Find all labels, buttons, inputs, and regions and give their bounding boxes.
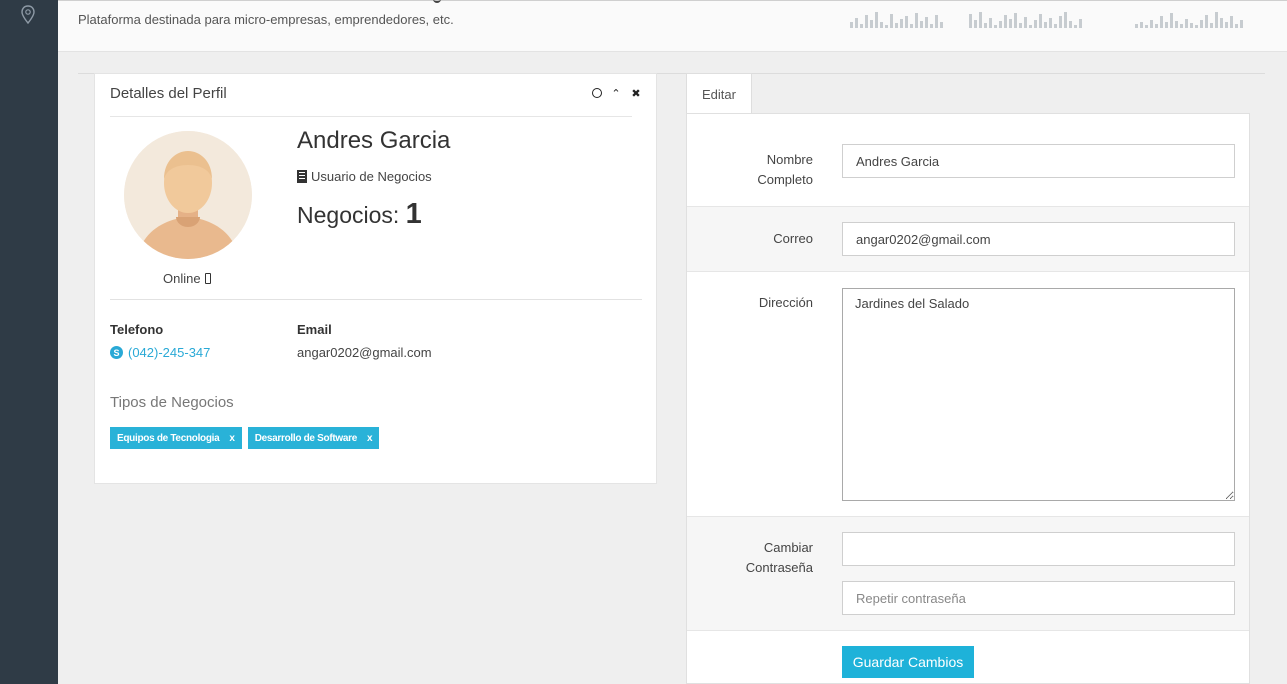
map-pin-icon[interactable]	[18, 4, 38, 26]
profile-role: Usuario de Negocios	[297, 169, 432, 184]
email-value: angar0202@gmail.com	[297, 345, 432, 360]
save-button[interactable]: Guardar Cambios	[842, 646, 974, 678]
page-header: Plataforma destinada para micro-empresas…	[58, 0, 1287, 52]
row-correo: Correo	[687, 207, 1249, 272]
skype-icon: S	[110, 346, 123, 359]
status-label: Online	[163, 271, 201, 286]
business-tags: Equipos de Tecnologia x Desarrollo de So…	[110, 427, 380, 449]
negocios-label: Negocios:	[297, 202, 400, 228]
panel-divider-2	[110, 299, 642, 300]
direccion-label: Dirección	[758, 295, 813, 310]
user-silhouette-icon	[124, 131, 252, 259]
edit-form: Nombre Completo Correo Dirección Jardine…	[686, 113, 1250, 684]
email-label: Email	[297, 322, 332, 337]
page-subtitle: Plataforma destinada para micro-empresas…	[78, 12, 454, 27]
row-password: Cambiar Contraseña	[687, 517, 1249, 631]
telefono-label: Telefono	[110, 322, 164, 337]
sparkline-1	[850, 12, 943, 28]
sparkline-3	[1135, 12, 1243, 28]
tag-remove-button[interactable]: x	[229, 433, 235, 444]
tag-label: Desarrollo de Software	[254, 432, 358, 444]
row-nombre: Nombre Completo	[687, 114, 1249, 207]
password-label: Cambiar Contraseña	[745, 540, 813, 575]
close-icon[interactable]: ✖	[630, 87, 642, 100]
collapse-icon[interactable]: ⌃	[610, 87, 622, 100]
tag-label: Equipos de Tecnologia	[117, 432, 220, 444]
panel-divider	[110, 116, 632, 117]
online-status: Online	[163, 271, 211, 286]
tag-equipos-tecnologia: Equipos de Tecnologia x	[110, 427, 242, 449]
sidebar	[0, 0, 58, 684]
tag-remove-button[interactable]: x	[367, 433, 373, 444]
role-label: Usuario de Negocios	[311, 169, 432, 184]
refresh-icon[interactable]	[592, 88, 602, 98]
panel-title: Detalles del Perfil	[110, 85, 227, 102]
panel-tools: ⌃ ✖	[592, 87, 642, 100]
negocios-number: 1	[405, 198, 422, 230]
correo-label: Correo	[773, 231, 813, 246]
repeat-password-input[interactable]	[842, 581, 1235, 615]
tipos-heading: Tipos de Negocios	[110, 394, 234, 411]
sparkline-2	[969, 12, 1082, 28]
row-direccion: Dirección Jardines del Salado	[687, 272, 1249, 517]
form-divider	[687, 630, 1249, 631]
profile-name: Andres Garcia	[297, 127, 451, 154]
nombre-input[interactable]	[842, 144, 1235, 178]
password-input[interactable]	[842, 532, 1235, 566]
avatar	[124, 131, 252, 259]
negocios-count: Negocios: 1	[297, 198, 422, 231]
mobile-icon	[204, 273, 211, 284]
correo-input[interactable]	[842, 222, 1235, 256]
telefono-link[interactable]: S (042)-245-347	[110, 345, 210, 360]
building-icon	[297, 170, 307, 183]
tab-editar[interactable]: Editar	[686, 73, 752, 114]
telefono-value: (042)-245-347	[128, 345, 211, 360]
page-title-fragment	[433, 0, 441, 3]
nombre-label: Nombre Completo	[757, 152, 813, 187]
profile-panel: Detalles del Perfil ⌃ ✖ Online Andres Ga…	[94, 73, 657, 484]
direccion-textarea[interactable]: Jardines del Salado	[842, 288, 1235, 501]
tag-desarrollo-software: Desarrollo de Software x	[247, 427, 380, 449]
